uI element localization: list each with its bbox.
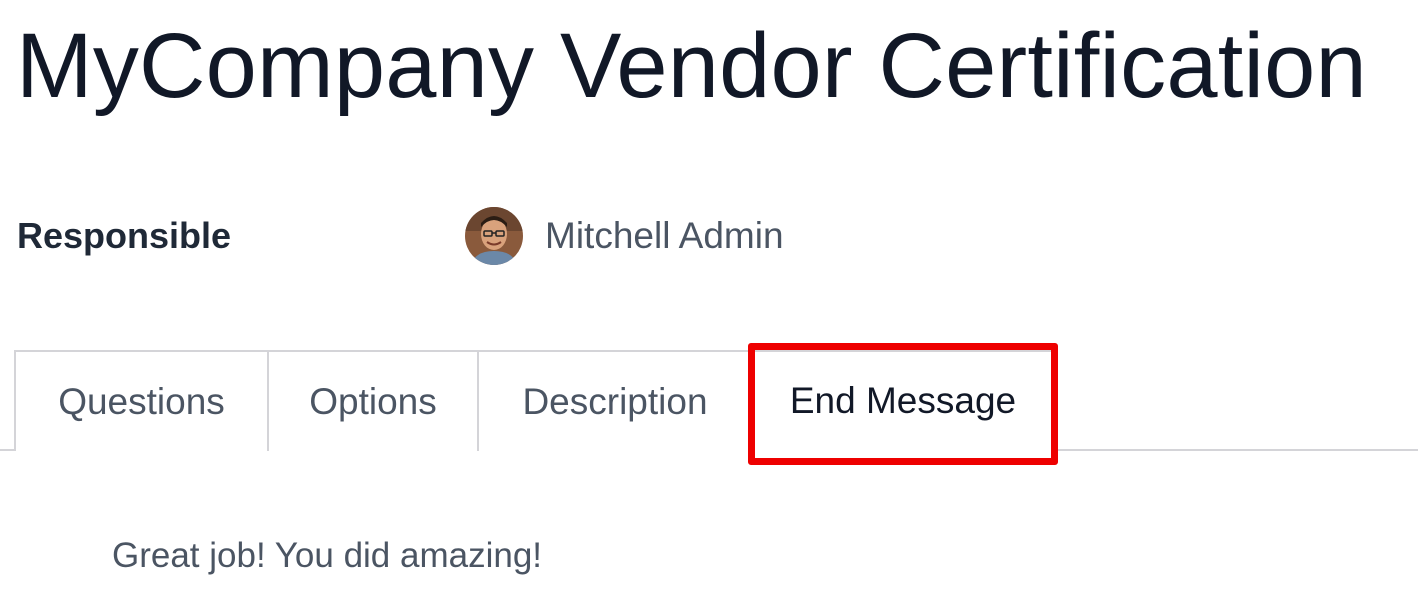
responsible-field: Responsible Mitchell Admin <box>17 206 1017 266</box>
notebook-tabs: Questions Options Description End Messag… <box>0 350 1418 452</box>
responsible-user[interactable]: Mitchell Admin <box>465 206 784 266</box>
tab-options[interactable]: Options <box>267 350 477 451</box>
tab-end-message[interactable]: End Message <box>751 350 1055 452</box>
tab-questions[interactable]: Questions <box>14 350 267 451</box>
responsible-label: Responsible <box>17 215 232 256</box>
end-message-text[interactable]: Great job! You did amazing! <box>112 534 542 578</box>
page-title: MyCompany Vendor Certification <box>16 15 1367 117</box>
responsible-user-name: Mitchell Admin <box>545 215 784 256</box>
avatar <box>465 207 523 265</box>
tab-description[interactable]: Description <box>477 350 751 451</box>
